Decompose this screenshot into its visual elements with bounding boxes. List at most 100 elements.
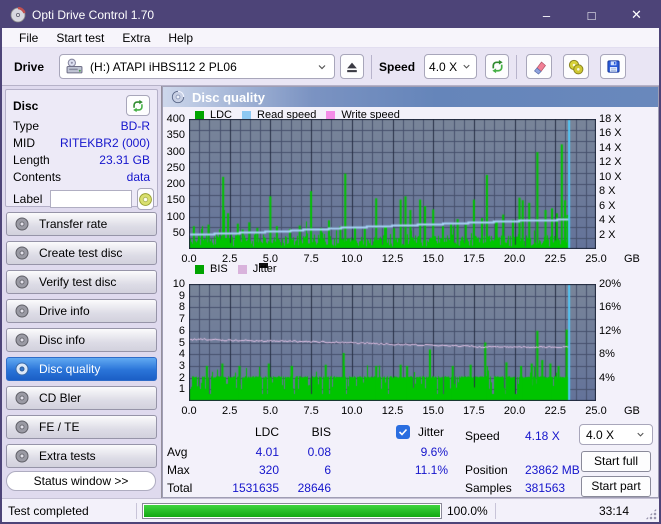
axis-tick-label: 14 X	[599, 141, 622, 154]
sidebar-button-label: Transfer rate	[39, 217, 108, 231]
toolbar: Drive (H:) ATAPI iHBS112 2 PL06 Speed 4.…	[2, 48, 659, 86]
status-bar: Test completed 100.0% 33:14	[2, 498, 659, 522]
sidebar-button-disc-info[interactable]: Disc info	[6, 328, 157, 352]
disc-label-label: Label	[13, 192, 43, 206]
disc-label-input[interactable]	[50, 190, 133, 208]
close-button[interactable]: ✕	[614, 2, 659, 28]
drive-select[interactable]: (H:) ATAPI iHBS112 2 PL06	[59, 54, 336, 79]
sidebar-button-fe-te[interactable]: FE / TE	[6, 415, 157, 439]
statusbar-separator	[136, 502, 137, 519]
axis-tick-label: 10	[172, 278, 185, 290]
minimize-button[interactable]: –	[524, 2, 569, 28]
chevron-down-icon	[463, 64, 470, 69]
disc-mid-value: RITEKBR2 (000)	[59, 136, 150, 150]
axis-tick-label: GB	[624, 253, 640, 265]
disc-icon	[15, 304, 29, 318]
axis-tick-label: 12.5	[381, 253, 404, 265]
total-ldc-value: 1531635	[232, 481, 279, 495]
sidebar-button-label: Disc info	[39, 333, 86, 347]
disc-contents-label: Contents	[13, 170, 62, 184]
axis-tick-label: 25.0	[585, 253, 607, 265]
refresh-arrows-icon	[133, 99, 143, 112]
sidebar-button-extra-tests[interactable]: Extra tests	[6, 444, 157, 468]
write-label-button[interactable]	[137, 188, 155, 210]
bis-jitter-chart[interactable]	[189, 284, 596, 401]
jitter-checkbox[interactable]	[396, 425, 410, 439]
speed-select[interactable]: 4.0 X	[424, 54, 478, 79]
eject-button[interactable]	[340, 54, 365, 79]
axis-tick-label: 8	[178, 301, 185, 314]
refresh-drive-button[interactable]	[485, 54, 510, 79]
speed-select-value: 4.0 X	[429, 59, 458, 74]
axis-tick-label: 25.0	[585, 405, 607, 417]
sidebar-button-disc-quality[interactable]: Disc quality	[6, 357, 157, 381]
axis-tick-label: 16%	[599, 301, 622, 314]
axis-tick-label: 20.0	[503, 253, 526, 265]
progress-bar	[142, 502, 442, 519]
jitter-checkbox-label[interactable]: Jitter	[418, 425, 444, 439]
erase-disc-button[interactable]	[526, 54, 553, 79]
sidebar-button-label: Extra tests	[39, 449, 96, 463]
save-button[interactable]	[600, 54, 627, 79]
legend-swatch	[195, 264, 204, 274]
sidebar-button-label: Create test disc	[39, 246, 123, 260]
axis-tick-label: 10.0	[341, 405, 363, 417]
sidebar-button-create-test-disc[interactable]: Create test disc	[6, 241, 157, 265]
progress-percent: 100.0%	[447, 503, 488, 518]
sidebar-button-cd-bler[interactable]: CD Bler	[6, 386, 157, 410]
avg-bis-value: 0.08	[307, 445, 331, 459]
axis-tick-label: 2.5	[222, 405, 238, 417]
status-window-button[interactable]: Status window >>	[6, 471, 156, 491]
disc-icon	[15, 420, 29, 434]
sidebar: Disc Type BD-R MID RITEKBR2 (000) Length…	[2, 86, 162, 498]
axis-tick-label: 22.5	[544, 405, 566, 417]
menu-file[interactable]: File	[10, 29, 47, 47]
axis-tick-label: 17.5	[463, 253, 485, 265]
elapsed-time: 33:14	[598, 503, 629, 518]
test-speed-select-value: 4.0 X	[586, 427, 615, 442]
sidebar-button-transfer-rate[interactable]: Transfer rate	[6, 212, 157, 236]
axis-tick-label: 350	[166, 129, 185, 142]
disc-contents-value[interactable]: data	[127, 170, 150, 184]
menu-extra[interactable]: Extra	[113, 29, 159, 47]
ldc-read-speed-chart[interactable]	[189, 119, 596, 249]
chevron-down-icon	[318, 64, 326, 69]
app-window: Opti Drive Control 1.70 – □ ✕ File Start…	[0, 0, 661, 524]
disc-length-row: Length 23.31 GB	[13, 153, 150, 167]
avg-label: Avg	[167, 445, 188, 459]
menu-start-test[interactable]: Start test	[47, 29, 113, 47]
axis-tick-label: 8 X	[599, 185, 616, 198]
legend-label: Jitter	[252, 263, 277, 275]
axis-tick-label: 20.0	[503, 405, 526, 417]
start-part-button[interactable]: Start part	[581, 476, 651, 497]
disc-panel-title: Disc	[13, 98, 39, 113]
sidebar-test-buttons: Transfer rate Create test disc Verify te…	[5, 212, 158, 468]
maximize-button[interactable]: □	[569, 2, 614, 28]
axis-tick-label: 12%	[599, 324, 622, 337]
avg-ldc-value: 4.01	[255, 445, 279, 459]
disc-tools-button[interactable]	[563, 54, 590, 79]
statusbar-separator	[495, 502, 496, 519]
axis-tick-label: 250	[166, 161, 185, 174]
axis-tick-label: 4%	[599, 371, 615, 384]
sidebar-button-verify-test-disc[interactable]: Verify test disc	[6, 270, 157, 294]
axis-tick-label: 10.0	[341, 253, 363, 265]
sidebar-button-label: Drive info	[39, 304, 90, 318]
legend-swatch	[237, 264, 247, 274]
axis-tick-label: 18 X	[599, 113, 622, 125]
samples-stat-label: Samples	[465, 481, 512, 495]
axis-tick-label: 50	[172, 226, 185, 239]
disc-type-row: Type BD-R	[13, 119, 150, 133]
start-full-button[interactable]: Start full	[581, 451, 651, 472]
menu-help[interactable]: Help	[159, 29, 202, 47]
refresh-disc-button[interactable]	[126, 95, 150, 116]
axis-tick-label: 2 X	[599, 228, 616, 241]
disc-icon	[15, 275, 29, 289]
axis-tick-label: 6 X	[599, 199, 616, 212]
axis-tick-label: 7.5	[303, 253, 319, 265]
resize-grip-icon[interactable]	[645, 508, 657, 520]
max-ldc-value: 320	[258, 463, 279, 477]
sidebar-button-drive-info[interactable]: Drive info	[6, 299, 157, 323]
legend-label: BIS	[210, 263, 228, 275]
test-speed-select[interactable]: 4.0 X	[579, 424, 653, 445]
